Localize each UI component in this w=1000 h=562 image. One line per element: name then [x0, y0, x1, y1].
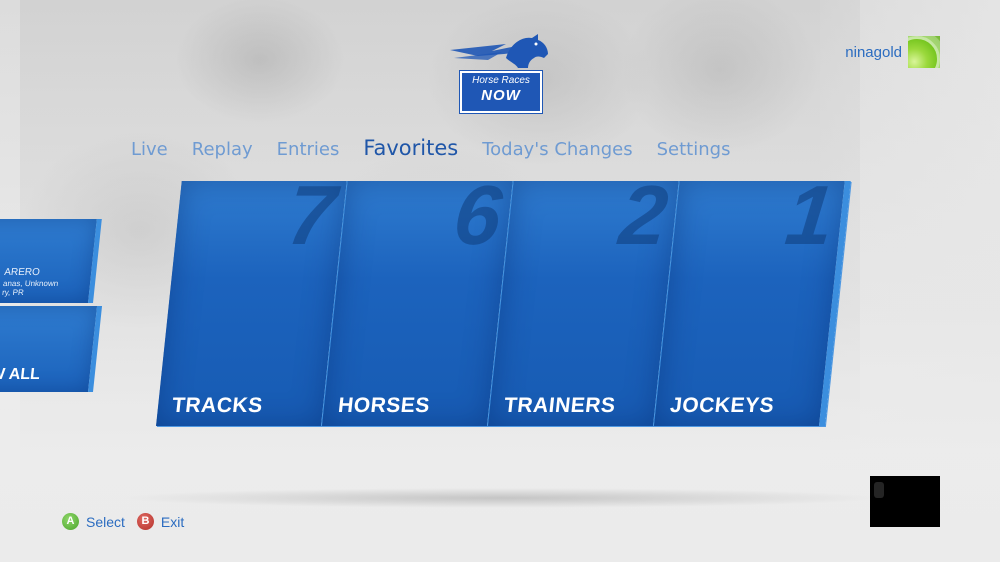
gamerpic-icon	[908, 36, 940, 68]
tab-todays-changes[interactable]: Today's Changes	[482, 139, 632, 160]
logo-badge: Horse Races NOW	[459, 70, 543, 114]
logo-line-2: NOW	[481, 87, 521, 104]
horses-count: 6	[449, 168, 507, 262]
trainers-count: 2	[615, 168, 673, 262]
tab-live[interactable]: Live	[131, 139, 168, 160]
app-logo: Horse Races NOW	[448, 30, 554, 114]
jockeys-count: 1	[781, 168, 839, 262]
tab-entries[interactable]: Entries	[277, 139, 340, 160]
previous-entry-tile[interactable]: ARERO anas, Unknown ry, PR	[0, 219, 102, 303]
trainers-label: TRAINERS	[502, 394, 617, 417]
tab-favorites[interactable]: Favorites	[363, 136, 458, 160]
tile-trainers[interactable]: 2 TRAINERS	[488, 168, 685, 426]
app-screen: Horse Races NOW ninagold Live Replay Ent…	[0, 0, 1000, 562]
tile-tracks[interactable]: 7 TRACKS	[156, 168, 353, 426]
tab-settings[interactable]: Settings	[657, 139, 731, 160]
tile-horses[interactable]: 6 HORSES	[322, 168, 519, 426]
shelf-shadow	[120, 488, 880, 508]
horse-head-icon	[450, 34, 548, 68]
select-hint[interactable]: A Select	[62, 513, 125, 530]
view-all-label: W ALL	[0, 366, 41, 383]
tracks-count: 7	[283, 168, 341, 262]
tile-jockeys[interactable]: 1 JOCKEYS	[654, 168, 851, 426]
username: ninagold	[845, 43, 902, 61]
b-button-icon: B	[136, 513, 154, 530]
tracks-label: TRACKS	[170, 394, 264, 417]
a-button-icon: A	[62, 513, 79, 530]
select-label: Select	[86, 513, 125, 530]
user-profile[interactable]: ninagold	[845, 36, 940, 68]
previous-entry-detail: anas, Unknown	[2, 279, 59, 288]
previous-entry-name: ARERO	[3, 267, 41, 278]
exit-label: Exit	[160, 513, 185, 530]
previous-entry-location: ry, PR	[1, 288, 25, 297]
controller-hints: A Select B Exit	[62, 513, 196, 530]
jockeys-label: JOCKEYS	[668, 394, 776, 417]
tab-replay[interactable]: Replay	[192, 139, 253, 160]
exit-hint[interactable]: B Exit	[136, 513, 185, 530]
view-all-tile[interactable]: W ALL	[0, 306, 103, 392]
horses-label: HORSES	[336, 394, 432, 417]
logo-line-1: Horse Races	[472, 75, 530, 86]
video-preview[interactable]	[870, 476, 940, 527]
main-nav: Live Replay Entries Favorites Today's Ch…	[131, 136, 754, 160]
